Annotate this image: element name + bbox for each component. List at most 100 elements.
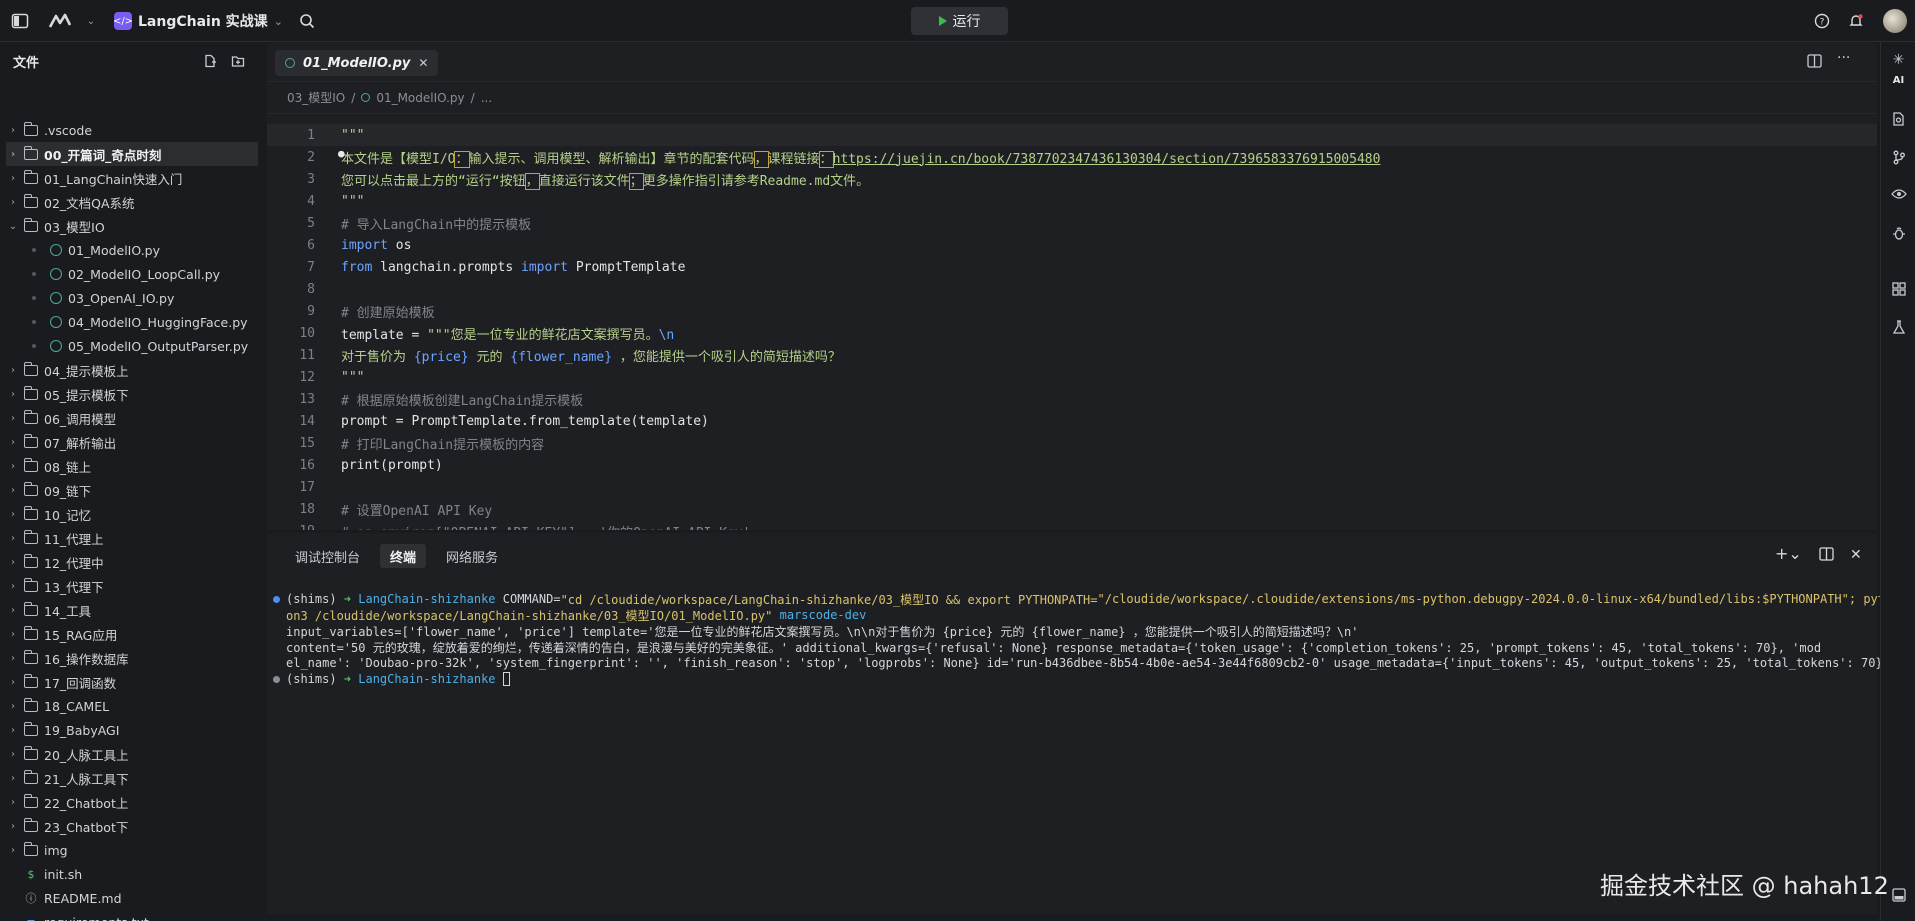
tree-item[interactable]: › 17_回调函数 (6, 670, 258, 694)
code-line[interactable]: 14 prompt = PromptTemplate.from_template(… (267, 410, 1877, 432)
chevron-right-icon[interactable]: › (6, 485, 20, 496)
tree-item[interactable]: › 15_RAG应用 (6, 622, 258, 646)
chevron-right-icon[interactable]: › (6, 725, 20, 736)
split-editor-icon[interactable] (1807, 54, 1822, 72)
chevron-right-icon[interactable]: › (6, 797, 20, 808)
code-line[interactable]: 3 您可以点击最上方的“运行“按钮，直接运行该文件；更多操作指引请参考Readm… (267, 168, 1877, 190)
breadcrumb-file[interactable]: 01_ModelIO.py (376, 91, 464, 105)
run-button[interactable]: 运行 (911, 7, 1008, 35)
extensions-grid-icon[interactable] (1881, 282, 1915, 300)
tree-item[interactable]: › 08_链上 (6, 454, 258, 478)
code-line[interactable]: 11 对于售价为 {price} 元的 {flower_name} ，您能提供一… (267, 344, 1877, 366)
course-link[interactable]: https://juejin.cn/book/73877023474361303… (833, 152, 1381, 167)
close-tab-icon[interactable]: ✕ (418, 56, 428, 70)
chevron-right-icon[interactable]: › (6, 677, 20, 688)
source-control-icon[interactable] (1881, 150, 1915, 169)
terminal-prompt-line[interactable]: (shims) ➜ LangChain-shizhanke (273, 671, 510, 687)
more-actions-icon[interactable]: ··· (1837, 50, 1850, 66)
chevron-right-icon[interactable]: › (6, 509, 20, 520)
tree-item[interactable]: 02_ModelIO_LoopCall.py (6, 262, 258, 286)
code-area[interactable]: 1 """ 2 ● 本文件是【模型I/O：输入提示、调用模型、解析输出】章节的配套代… (267, 124, 1877, 530)
chevron-right-icon[interactable]: › (6, 533, 20, 544)
preview-eye-icon[interactable] (1881, 188, 1915, 204)
chevron-right-icon[interactable]: › (6, 845, 20, 856)
tab-01-modelio[interactable]: 01_ModelIO.py ✕ (275, 50, 439, 76)
chevron-right-icon[interactable]: › (6, 557, 20, 568)
tree-item[interactable]: › 10_记忆 (6, 502, 258, 526)
tree-item[interactable]: › 23_Chatbot下 (6, 814, 258, 838)
code-line[interactable]: 4 """ (267, 190, 1877, 212)
chevron-right-icon[interactable]: › (6, 629, 20, 640)
chevron-right-icon[interactable]: › (6, 701, 20, 712)
code-line[interactable]: 16 print(prompt) (267, 454, 1877, 476)
testing-flask-icon[interactable] (1881, 320, 1915, 339)
tab-network-services[interactable]: 网络服务 (436, 544, 508, 568)
tree-item[interactable]: 03_OpenAI_IO.py (6, 286, 258, 310)
breadcrumb-more[interactable]: ... (481, 91, 492, 105)
code-line[interactable]: 12 """ (267, 366, 1877, 388)
debug-bug-icon[interactable] (1881, 226, 1915, 245)
tree-item[interactable]: › 14_工具 (6, 598, 258, 622)
chevron-right-icon[interactable]: › (6, 653, 20, 664)
chevron-right-icon[interactable]: › (6, 389, 20, 400)
code-line[interactable]: 8 (267, 278, 1877, 300)
chevron-right-icon[interactable]: › (6, 365, 20, 376)
code-line[interactable]: 15 # 打印LangChain提示模板的内容 (267, 432, 1877, 454)
notification-bell-icon[interactable] (1845, 10, 1867, 32)
code-line[interactable]: 9 # 创建原始模板 (267, 300, 1877, 322)
chevron-right-icon[interactable]: › (6, 149, 20, 160)
code-line[interactable]: 17 (267, 476, 1877, 498)
tree-item[interactable]: $ init.sh (6, 862, 258, 886)
tree-item[interactable]: › 20_人脉工具上 (6, 742, 258, 766)
tree-item[interactable]: › 05_提示模板下 (6, 382, 258, 406)
split-terminal-icon[interactable] (1819, 547, 1834, 565)
ai-label[interactable]: AI (1881, 75, 1915, 86)
tree-item[interactable]: › 00_开篇词_奇点时刻 (6, 142, 258, 166)
chevron-right-icon[interactable]: › (6, 773, 20, 784)
tree-item[interactable]: › .vscode (6, 118, 258, 142)
search-icon[interactable] (296, 10, 318, 32)
tree-item[interactable]: 01_ModelIO.py (6, 238, 258, 262)
code-line[interactable]: 7 from langchain.prompts import PromptTe… (267, 256, 1877, 278)
chevron-right-icon[interactable]: › (6, 821, 20, 832)
code-line[interactable]: 5 # 导入LangChain中的提示模板 (267, 212, 1877, 234)
tree-item[interactable]: › 16_操作数据库 (6, 646, 258, 670)
tree-item[interactable]: › 09_链下 (6, 478, 258, 502)
chevron-right-icon[interactable]: › (6, 461, 20, 472)
tree-item[interactable]: ⓘ README.md (6, 886, 258, 910)
chevron-right-icon[interactable]: › (6, 749, 20, 760)
tab-debug-console[interactable]: 调试控制台 (285, 544, 370, 568)
new-folder-icon[interactable] (230, 53, 246, 69)
chevron-right-icon[interactable]: › (6, 605, 20, 616)
tree-item[interactable]: › 19_BabyAGI (6, 718, 258, 742)
logo-dropdown-chevron-icon[interactable]: ⌄ (80, 10, 102, 32)
tree-item[interactable]: › 06_调用模型 (6, 406, 258, 430)
tree-item[interactable]: › 12_代理中 (6, 550, 258, 574)
code-line[interactable]: 1 """ (267, 124, 1877, 146)
terminal-output[interactable]: (shims) ➜ LangChain-shizhanke COMMAND= "c… (267, 587, 1892, 907)
tree-item[interactable]: 04_ModelIO_HuggingFace.py (6, 310, 258, 334)
tree-item[interactable]: › 02_文档QA系统 (6, 190, 258, 214)
tree-item[interactable]: ≡ requirements.txt (6, 910, 258, 921)
code-line[interactable]: 10 template = """您是一位专业的鲜花店文案撰写员。\n (267, 322, 1877, 344)
help-icon[interactable]: ? (1811, 10, 1833, 32)
toggle-sidebar-icon[interactable] (9, 10, 31, 32)
close-panel-icon[interactable]: ✕ (1850, 547, 1862, 563)
tree-item[interactable]: › 13_代理下 (6, 574, 258, 598)
tree-item[interactable]: › 11_代理上 (6, 526, 258, 550)
breadcrumb-folder[interactable]: 03_模型IO (287, 89, 345, 106)
file-search-icon[interactable] (1881, 112, 1915, 131)
lightbulb-icon[interactable]: ● (338, 147, 345, 160)
app-logo-icon[interactable] (46, 10, 78, 32)
chevron-down-icon[interactable]: ⌄ (6, 221, 20, 232)
chevron-right-icon[interactable]: › (6, 197, 20, 208)
new-file-icon[interactable] (202, 53, 218, 69)
tree-item[interactable]: ⌄ 03_模型IO (6, 214, 258, 238)
code-line[interactable]: 2 ● 本文件是【模型I/O：输入提示、调用模型、解析输出】章节的配套代码，课程链… (267, 146, 1877, 168)
tree-item[interactable]: 05_ModelIO_OutputParser.py (6, 334, 258, 358)
tree-item[interactable]: › 04_提示模板上 (6, 358, 258, 382)
project-switcher[interactable]: </> LangChain 实战课 ⌄ (113, 9, 283, 33)
code-line[interactable]: 18 # 设置OpenAI API Key (267, 498, 1877, 520)
chevron-right-icon[interactable]: › (6, 125, 20, 136)
code-line[interactable]: 19 # os.environ["OPENAI_API_KEY"] = '你的Op… (267, 520, 1877, 531)
